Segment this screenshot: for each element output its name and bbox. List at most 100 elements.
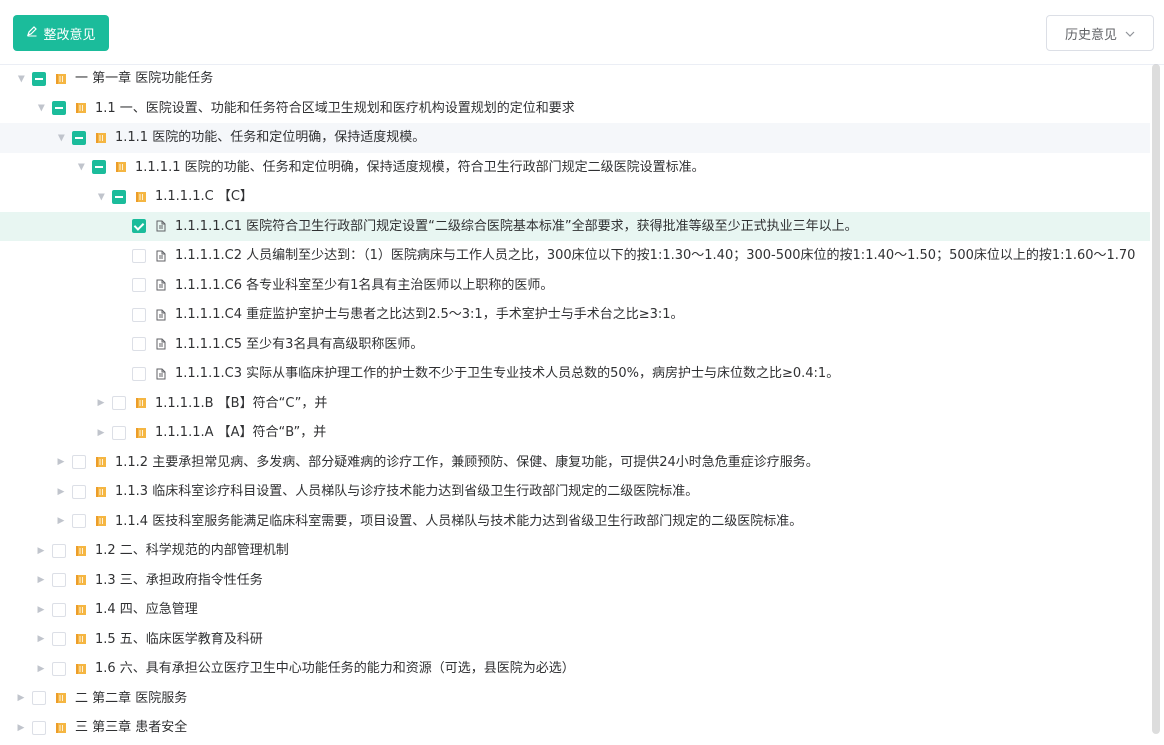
caret-collapsed-icon[interactable]: ▶ [14,691,28,705]
tree-node[interactable]: ▶ 1.1.1.1.B 【B】符合“C”，并 [0,389,1150,419]
tree-checkbox[interactable] [72,130,86,145]
folder-icon [75,574,87,586]
document-icon [155,368,167,380]
caret-collapsed-icon[interactable]: ▶ [14,721,28,735]
tree-node-label: 三 第三章 患者安全 [75,720,188,736]
folder-icon [75,604,87,616]
tree-checkbox[interactable] [72,455,86,470]
caret-collapsed-icon[interactable]: ▶ [34,544,48,558]
document-icon [155,309,167,321]
tree-node-label: 1.1.4 医技科室服务能满足临床科室需要，项目设置、人员梯队与技术能力达到省级… [115,513,803,529]
caret-collapsed-icon[interactable]: ▶ [34,603,48,617]
caret-expanded-icon[interactable]: ▶ [54,131,68,145]
tree-node-label: 1.1.1.1.C6 各专业科室至少有1名具有主治医师以上职称的医师。 [175,277,554,293]
tree-checkbox[interactable] [112,425,126,440]
folder-icon [75,545,87,557]
tree-node[interactable]: ▶1.1.1.1.C2 人员编制至少达到：（1）医院病床与工作人员之比，300床… [0,241,1150,271]
tree-checkbox[interactable] [132,307,146,322]
caret-collapsed-icon[interactable]: ▶ [54,485,68,499]
folder-icon [95,486,107,498]
tree-node[interactable]: ▶ 1.1.1.1.A 【A】符合“B”，并 [0,418,1150,448]
tree-checkbox[interactable] [132,278,146,293]
folder-icon [135,191,147,203]
tree-node[interactable]: ▶1.1.1.1.C6 各专业科室至少有1名具有主治医师以上职称的医师。 [0,271,1150,301]
caret-collapsed-icon[interactable]: ▶ [34,632,48,646]
folder-icon [95,515,107,527]
tree-checkbox[interactable] [52,101,66,116]
tree-node-label: 1.1.1.1.C3 实际从事临床护理工作的护士数不少于卫生专业技术人员总数的5… [175,366,840,382]
rectify-opinion-label: 整改意见 [43,27,96,43]
tree-checkbox[interactable] [52,573,66,588]
tree-checkbox[interactable] [112,189,126,204]
standards-tree: ▶ 一 第一章 医院功能任务 ▶ 1.1 一、医院设置、功能和任务符合区域卫生规划和医… [0,64,1150,745]
tree-checkbox[interactable] [52,661,66,676]
tree-node[interactable]: ▶ 1.1.4 医技科室服务能满足临床科室需要，项目设置、人员梯队与技术能力达到省… [0,507,1150,537]
tree-checkbox[interactable] [132,366,146,381]
tree-node[interactable]: ▶ 1.6 六、具有承担公立医疗卫生中心功能任务的能力和资源（可选，县医院为必选） [0,654,1150,684]
tree-checkbox[interactable] [52,543,66,558]
tree-checkbox[interactable] [132,219,146,234]
tree-node[interactable]: ▶ 1.1.1.1.C 【C】 [0,182,1150,212]
tree-checkbox[interactable] [32,691,46,706]
tree-node-label: 1.1.1.1.B 【B】符合“C”，并 [155,395,328,411]
caret-collapsed-icon[interactable]: ▶ [54,514,68,528]
tree-checkbox[interactable] [132,248,146,263]
chevron-down-icon [1125,26,1135,41]
caret-expanded-icon[interactable]: ▶ [74,160,88,174]
tree-checkbox[interactable] [112,396,126,411]
tree-node[interactable]: ▶ 1.1 一、医院设置、功能和任务符合区域卫生规划和医疗机构设置规划的定位和要求 [0,94,1150,124]
history-opinion-dropdown[interactable]: 历史意见 [1046,15,1154,51]
tree-node-label: 1.2 二、科学规范的内部管理机制 [95,543,289,559]
caret-collapsed-icon[interactable]: ▶ [94,426,108,440]
tree-node[interactable]: ▶ 三 第三章 患者安全 [0,713,1150,743]
tree-node[interactable]: ▶1.1.1.1.C1 医院符合卫生行政部门规定设置“二级综合医院基本标准”全部… [0,211,1150,241]
tree-node[interactable]: ▶ 1.2 二、科学规范的内部管理机制 [0,536,1150,566]
edit-icon [26,25,38,41]
caret-expanded-icon[interactable]: ▶ [34,101,48,115]
tree-node[interactable]: ▶ 1.5 五、临床医学教育及科研 [0,625,1150,655]
caret-collapsed-icon[interactable]: ▶ [54,455,68,469]
tree-scrollbar[interactable] [1152,64,1160,745]
tree-checkbox[interactable] [52,602,66,617]
tree-checkbox[interactable] [92,160,106,175]
tree-checkbox[interactable] [32,720,46,735]
caret-collapsed-icon[interactable]: ▶ [94,396,108,410]
tree-checkbox[interactable] [32,71,46,86]
tree-node-label: 1.1.1.1.A 【A】符合“B”，并 [155,425,327,441]
tree-node[interactable]: ▶ 1.4 四、应急管理 [0,595,1150,625]
tree-node[interactable]: ▶1.1.1.1.C5 至少有3名具有高级职称医师。 [0,330,1150,360]
tree-checkbox[interactable] [132,337,146,352]
folder-icon [55,692,67,704]
folder-icon [75,633,87,645]
tree-node[interactable]: ▶ 1.3 三、承担政府指令性任务 [0,566,1150,596]
tree-node[interactable]: ▶ 1.1.1.1 医院的功能、任务和定位明确，保持适度规模，符合卫生行政部门规定… [0,153,1150,183]
tree-node-label: 一 第一章 医院功能任务 [75,71,214,87]
rectify-opinion-button[interactable]: 整改意见 [13,15,109,51]
evaluation-tree-panel: 整改意见 历史意见 ▶ 一 第一章 医院功能任务 ▶ 1.1 一、医院设置、功能和任务… [0,0,1164,745]
tree-node-label: 1.1.1.1.C5 至少有3名具有高级职称医师。 [175,336,424,352]
caret-collapsed-icon[interactable]: ▶ [34,573,48,587]
tree-node[interactable]: ▶ 1.1.1 医院的功能、任务和定位明确，保持适度规模。 [0,123,1150,153]
caret-expanded-icon[interactable]: ▶ [94,190,108,204]
toolbar: 整改意见 历史意见 [0,0,1164,65]
document-icon [155,220,167,232]
tree-node[interactable]: ▶ 一 第一章 医院功能任务 [0,64,1150,94]
tree-node-label: 1.1.1 医院的功能、任务和定位明确，保持适度规模。 [115,130,426,146]
tree-node-label: 1.1.1.1.C1 医院符合卫生行政部门规定设置“二级综合医院基本标准”全部要… [175,218,858,234]
tree-checkbox[interactable] [52,632,66,647]
tree-node[interactable]: ▶ 1.1.3 临床科室诊疗科目设置、人员梯队与诊疗技术能力达到省级卫生行政部门规… [0,477,1150,507]
tree-node-label: 二 第二章 医院服务 [75,690,188,706]
tree-checkbox[interactable] [72,514,86,529]
scroll-thumb[interactable] [1152,64,1160,734]
tree-node[interactable]: ▶1.1.1.1.C3 实际从事临床护理工作的护士数不少于卫生专业技术人员总数的… [0,359,1150,389]
tree-node-label: 1.1.3 临床科室诊疗科目设置、人员梯队与诊疗技术能力达到省级卫生行政部门规定… [115,484,699,500]
tree-node-label: 1.1 一、医院设置、功能和任务符合区域卫生规划和医疗机构设置规划的定位和要求 [95,100,575,116]
tree-node[interactable]: ▶1.1.1.1.C4 重症监护室护士与患者之比达到2.5～3:1，手术室护士与… [0,300,1150,330]
tree-node[interactable]: ▶ 二 第二章 医院服务 [0,684,1150,714]
caret-expanded-icon[interactable]: ▶ [14,72,28,86]
tree-checkbox[interactable] [72,484,86,499]
caret-collapsed-icon[interactable]: ▶ [34,662,48,676]
document-icon [155,279,167,291]
tree-node[interactable]: ▶ 1.1.2 主要承担常见病、多发病、部分疑难病的诊疗工作，兼顾预防、保健、康复… [0,448,1150,478]
folder-icon [135,397,147,409]
